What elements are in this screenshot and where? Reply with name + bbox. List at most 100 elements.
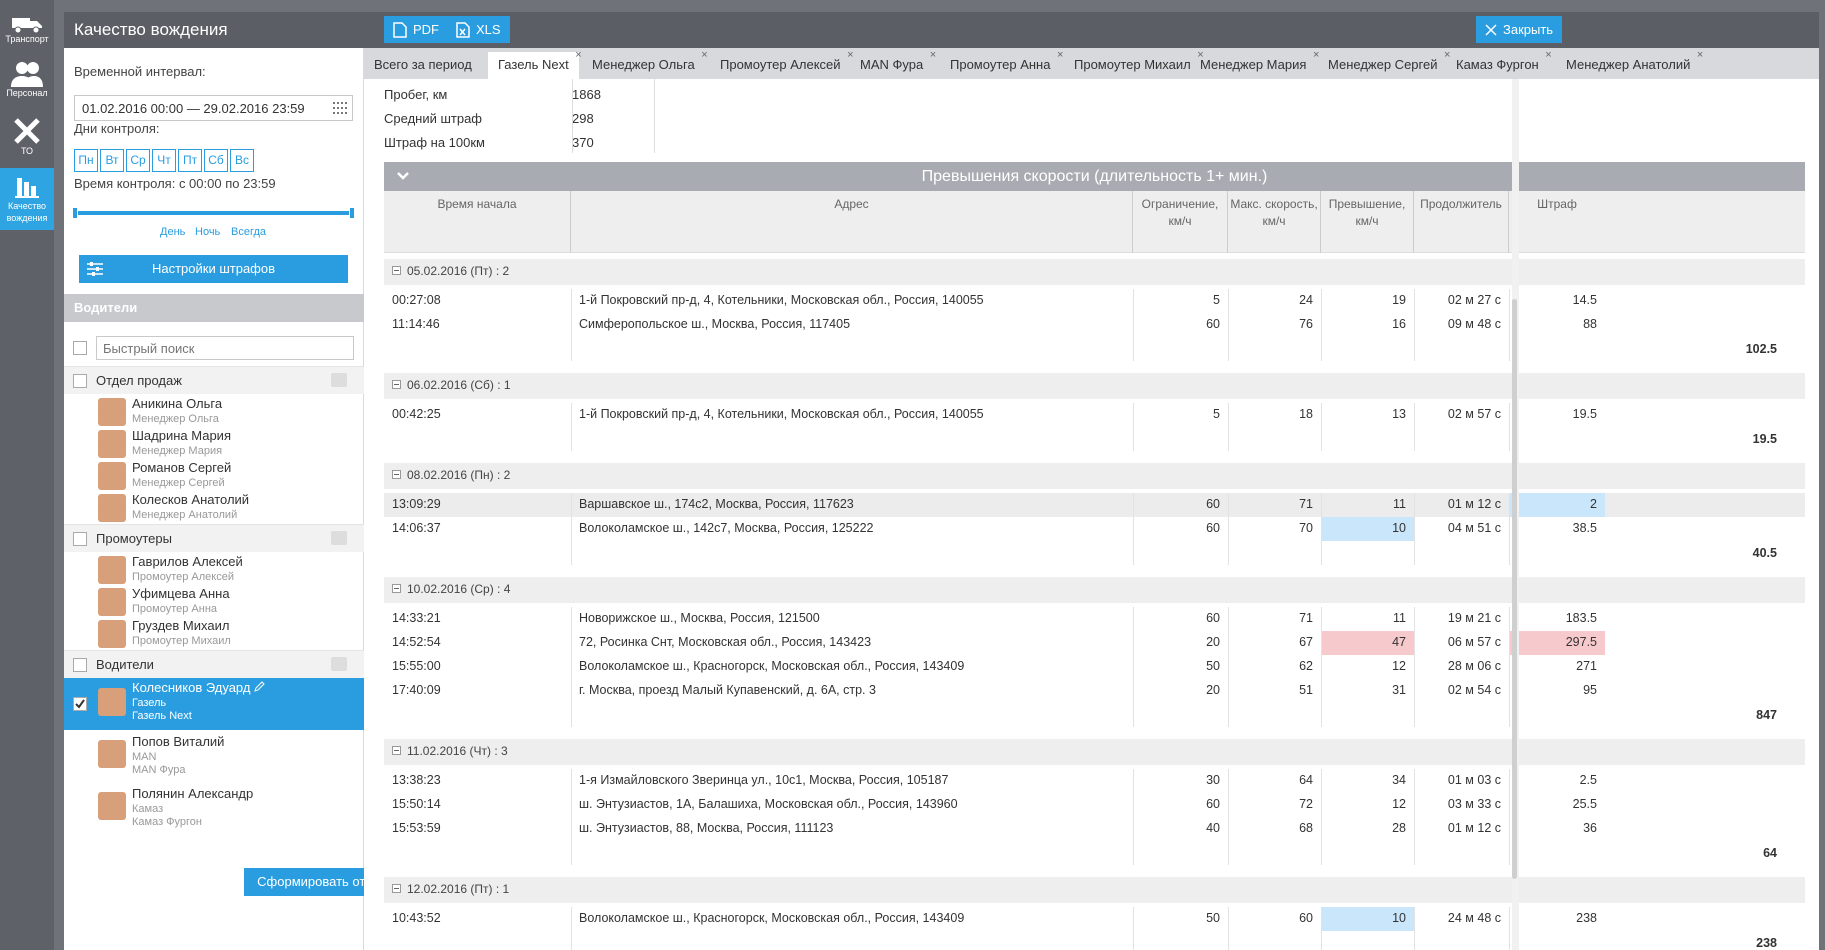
quick-day-link[interactable]: День: [160, 226, 185, 238]
table-row[interactable]: 14:06:37 Волоколамское ш., 142с7, Москва,…: [384, 517, 1805, 541]
col-overspeed[interactable]: Превышение, км/ч: [1321, 191, 1414, 253]
tab-5[interactable]: Промоутер Анна ×: [940, 49, 1063, 79]
day-sat[interactable]: Сб: [204, 149, 228, 172]
tab-close-icon[interactable]: ×: [1545, 49, 1551, 61]
day-tue[interactable]: Вт: [100, 149, 124, 172]
cell-dur: 02 м 57 с: [1447, 407, 1501, 421]
comment-icon[interactable]: [331, 373, 347, 387]
rail-driving-quality[interactable]: Качество вождения: [0, 168, 54, 230]
quick-search-input[interactable]: [96, 336, 354, 360]
collapse-icon[interactable]: [392, 884, 401, 893]
tab-close-icon[interactable]: ×: [1697, 49, 1703, 61]
tab-2[interactable]: Менеджер Ольга ×: [582, 49, 708, 79]
collapse-icon[interactable]: [392, 584, 401, 593]
tab-0[interactable]: Всего за период: [364, 52, 482, 79]
tab-4[interactable]: MAN Фура ×: [850, 49, 936, 79]
group-sales[interactable]: Отдел продаж: [64, 366, 364, 394]
date-group-row[interactable]: 05.02.2016 (Пт) : 2: [384, 259, 1805, 285]
tab-7[interactable]: Менеджер Мария ×: [1190, 49, 1319, 79]
xls-button[interactable]: XLS: [447, 16, 510, 43]
tab-close-icon[interactable]: ×: [930, 49, 936, 61]
person-item-selected[interactable]: Колесников Эдуард Газель Газель Next: [64, 678, 364, 730]
collapse-icon[interactable]: [392, 470, 401, 479]
table-row[interactable]: 11:14:46 Симферопольское ш., Москва, Росс…: [384, 313, 1805, 337]
col-duration[interactable]: Продолжитель: [1414, 191, 1509, 253]
table-row[interactable]: 15:50:14 ш. Энтузиастов, 1А, Балашиха, Мо…: [384, 793, 1805, 817]
date-group-row[interactable]: 10.02.2016 (Ср) : 4: [384, 577, 1805, 603]
person-item[interactable]: Попов Виталий MAN MAN Фура: [64, 732, 364, 778]
collapse-icon[interactable]: [392, 266, 401, 275]
day-mon[interactable]: Пн: [74, 149, 98, 172]
cell-addr: Волоколамское ш., Красногорск, Московска…: [579, 659, 965, 673]
interval-field[interactable]: 01.02.2016 00:00 — 29.02.2016 23:59: [74, 95, 353, 121]
scrollbar-thumb[interactable]: [1512, 299, 1517, 879]
table-row[interactable]: 17:40:09 г. Москва, проезд Малый Купавенс…: [384, 679, 1805, 703]
table-row[interactable]: 15:53:59 ш. Энтузиастов, 88, Москва, Росс…: [384, 817, 1805, 841]
calendar-icon[interactable]: [333, 102, 347, 114]
quick-night-link[interactable]: Ночь: [195, 226, 220, 238]
table-row[interactable]: 14:33:21 Новорижское ш., Москва, Россия, …: [384, 607, 1805, 631]
tab-close-icon[interactable]: ×: [1057, 49, 1063, 61]
tab-6[interactable]: Промоутер Михаил ×: [1064, 49, 1204, 79]
day-thu[interactable]: Чт: [152, 149, 176, 172]
group-checkbox[interactable]: [73, 532, 87, 546]
person-item[interactable]: Груздев Михаил Промоутер Михаил: [64, 616, 364, 654]
tab-9[interactable]: Камаз Фургон ×: [1446, 49, 1552, 79]
table-row[interactable]: 13:09:29 Варшавское ш., 174с2, Москва, Ро…: [384, 493, 1805, 517]
quick-always-link[interactable]: Всегда: [231, 226, 266, 238]
person-item[interactable]: Колесков Анатолий Менеджер Анатолий: [64, 490, 364, 528]
section-header[interactable]: Превышения скорости (длительность 1+ мин…: [384, 162, 1805, 191]
fines-settings-button[interactable]: Настройки штрафов: [79, 255, 348, 283]
day-wed[interactable]: Ср: [126, 149, 150, 172]
chevron-down-icon[interactable]: [396, 169, 410, 183]
table-row[interactable]: 00:27:08 1-й Покровский пр-д, 4, Котельни…: [384, 289, 1805, 313]
person-checkbox-checked[interactable]: [73, 697, 87, 711]
col-address[interactable]: Адрес: [571, 191, 1133, 253]
col-max-speed[interactable]: Макс. скорость, км/ч: [1228, 191, 1321, 253]
col-time[interactable]: Время начала: [384, 191, 571, 253]
close-button[interactable]: Закрыть: [1476, 16, 1563, 43]
select-all-checkbox[interactable]: [73, 341, 87, 355]
comment-icon[interactable]: [331, 657, 347, 671]
person-item[interactable]: Полянин Александр Камаз Камаз Фургон: [64, 784, 364, 830]
scrollbar[interactable]: [1512, 79, 1519, 950]
day-fri[interactable]: Пт: [178, 149, 202, 172]
table-row[interactable]: 14:52:54 72, Росинка Снт, Московская обл.…: [384, 631, 1805, 655]
table-row[interactable]: 10:43:52 Волоколамское ш., Красногорск, М…: [384, 907, 1805, 931]
group-name: Отдел продаж: [96, 373, 182, 388]
cell-limit: 60: [1206, 497, 1220, 511]
collapse-icon[interactable]: [392, 746, 401, 755]
table-row[interactable]: 13:38:23 1-я Измайловского Зверинца ул., …: [384, 769, 1805, 793]
table-header: Время начала Адрес Ограничение, км/ч Мак…: [384, 191, 1805, 253]
tab-1[interactable]: Газель Next ×: [488, 49, 582, 79]
time-slider[interactable]: [72, 207, 355, 219]
date-group-row[interactable]: 11.02.2016 (Чт) : 3: [384, 739, 1805, 765]
col-limit[interactable]: Ограничение, км/ч: [1133, 191, 1228, 253]
group-checkbox[interactable]: [73, 374, 87, 388]
group-checkbox[interactable]: [73, 658, 87, 672]
pdf-button[interactable]: PDF: [384, 16, 448, 43]
rail-transport[interactable]: Транспорт: [0, 12, 54, 52]
tab-close-icon[interactable]: ×: [701, 49, 707, 61]
tab-8[interactable]: Менеджер Сергей ×: [1318, 49, 1450, 79]
col-fine[interactable]: Штраф: [1509, 191, 1605, 253]
tab-10[interactable]: Менеджер Анатолий ×: [1556, 49, 1703, 79]
table-row[interactable]: 00:42:25 1-й Покровский пр-д, 4, Котельни…: [384, 403, 1805, 427]
table-row[interactable]: 15:55:00 Волоколамское ш., Красногорск, М…: [384, 655, 1805, 679]
group-promoters[interactable]: Промоутеры: [64, 524, 364, 552]
rail-maintenance[interactable]: ТО: [0, 116, 54, 166]
day-sun[interactable]: Вс: [230, 149, 254, 172]
slider-start-handle[interactable]: [72, 207, 78, 219]
comment-icon[interactable]: [331, 531, 347, 545]
date-group-row[interactable]: 06.02.2016 (Сб) : 1: [384, 373, 1805, 399]
tab-3[interactable]: Промоутер Алексей ×: [710, 49, 854, 79]
group-drivers[interactable]: Водители: [64, 650, 364, 678]
tab-close-icon[interactable]: ×: [575, 49, 581, 61]
collapse-icon[interactable]: [392, 380, 401, 389]
rail-personnel[interactable]: Персонал: [0, 60, 54, 110]
date-group-row[interactable]: 12.02.2016 (Пт) : 1: [384, 877, 1805, 903]
date-group-row[interactable]: 08.02.2016 (Пн) : 2: [384, 463, 1805, 489]
edit-icon[interactable]: [254, 681, 265, 692]
group-total: 102.5: [1745, 342, 1777, 356]
slider-end-handle[interactable]: [349, 207, 355, 219]
